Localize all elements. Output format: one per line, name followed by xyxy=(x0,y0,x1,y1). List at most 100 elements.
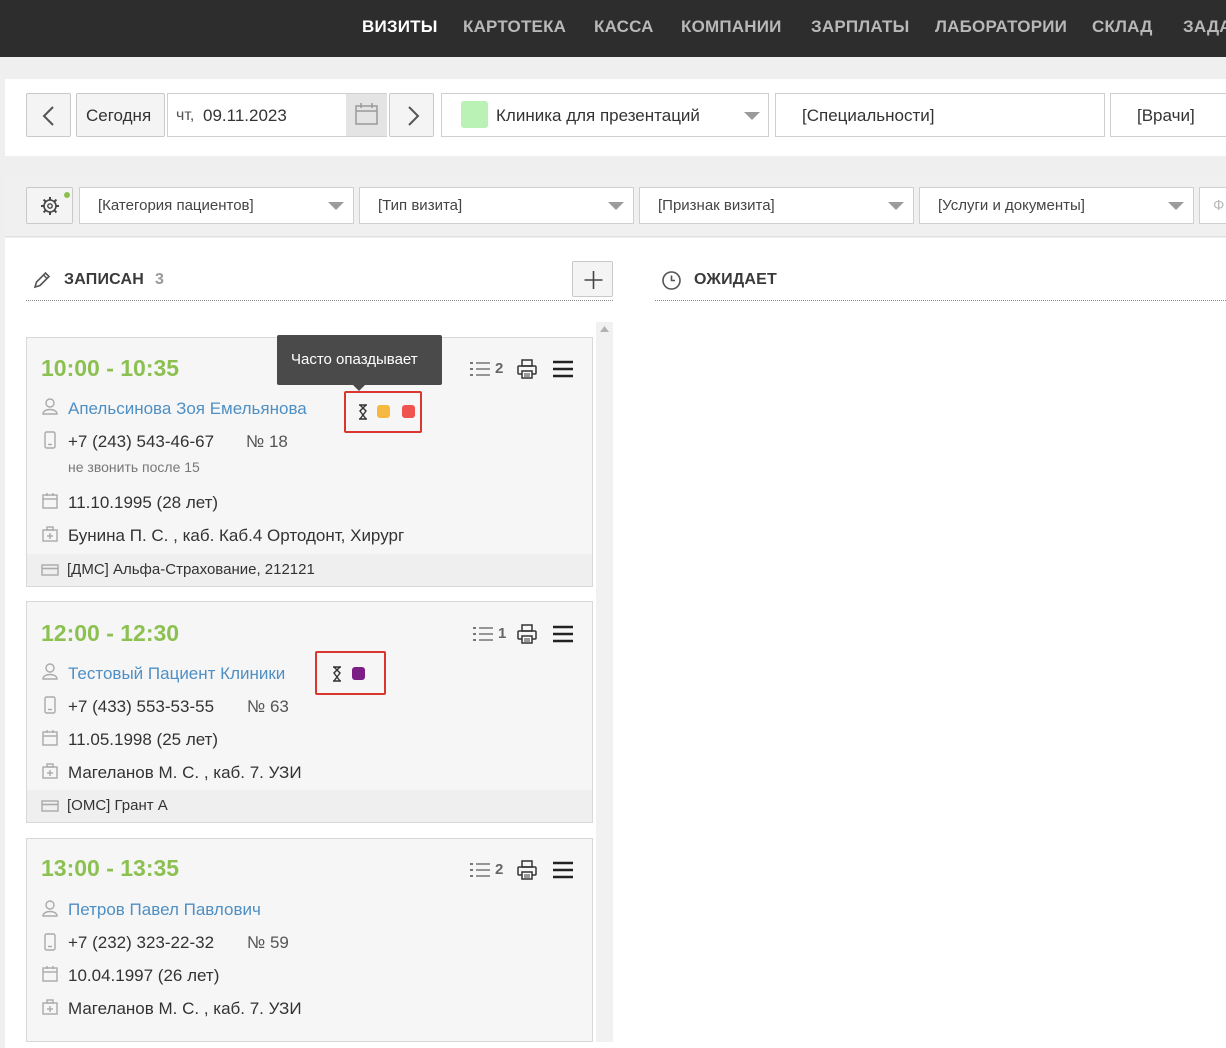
visit-time: 10:00 - 10:35 xyxy=(41,355,180,381)
scroll-up-arrow-icon xyxy=(600,326,609,332)
today-button[interactable]: Сегодня xyxy=(76,93,165,137)
specialties-select[interactable]: [Специальности] xyxy=(775,93,1105,137)
visit-sign-label: [Признак визита] xyxy=(658,197,775,214)
patient-category-label: [Категория пациентов] xyxy=(98,197,254,214)
patient-birthdate: 10.04.1997 (26 лет) xyxy=(68,966,220,985)
doctor-room: Магеланов М. С. , каб. 7. УЗИ xyxy=(68,999,302,1018)
visit-type-label: [Тип визита] xyxy=(378,197,463,214)
nav-visits[interactable]: ВИЗИТЫ xyxy=(362,17,438,37)
pencil-icon xyxy=(33,271,51,289)
clock-icon xyxy=(662,271,681,290)
nav-warehouse[interactable]: СКЛАД xyxy=(1092,17,1153,37)
services-documents-filter[interactable]: [Услуги и документы] xyxy=(919,187,1194,224)
today-label: Сегодня xyxy=(86,106,152,125)
plus-icon xyxy=(584,271,603,289)
person-icon xyxy=(42,398,58,415)
nav-cardfile[interactable]: КАРТОТЕКА xyxy=(463,17,566,37)
patient-phone: +7 (243) 543-46-67 xyxy=(68,432,215,451)
nav-cashbox[interactable]: КАССА xyxy=(594,17,654,37)
services-list-icon[interactable] xyxy=(470,361,492,377)
visit-card[interactable]: 12:00 - 12:30 1 Тестовый Пациент Клиники… xyxy=(26,601,593,823)
doctor-room: Бунина П. С. , каб. Каб.4 Ортодонт, Хиру… xyxy=(68,526,405,545)
chevron-down-icon xyxy=(1168,202,1184,210)
phone-icon xyxy=(44,696,56,714)
medkit-icon xyxy=(42,999,58,1015)
menu-icon[interactable] xyxy=(553,360,573,378)
patient-birthdate: 11.05.1998 (25 лет) xyxy=(68,730,219,749)
settings-button[interactable] xyxy=(26,187,73,224)
hourglass-icon[interactable] xyxy=(331,665,343,683)
chevron-down-icon xyxy=(744,112,760,120)
patient-phone: +7 (433) 553-53-55 xyxy=(68,697,215,716)
visit-card[interactable]: 13:00 - 13:35 2 Петров Павел Павлович +7… xyxy=(26,838,593,1042)
add-visit-button[interactable] xyxy=(572,261,613,297)
tag-dot[interactable] xyxy=(402,405,415,418)
insurance-info: [ДМС] Альфа-Страхование, 212121 xyxy=(67,561,315,578)
insurance-row: [ОМС] Грант А xyxy=(27,790,592,822)
chevron-down-icon xyxy=(328,202,344,210)
insurance-row: [ДМС] Альфа-Страхование, 212121 xyxy=(27,554,592,586)
services-count: 1 xyxy=(498,625,507,642)
patient-name[interactable]: Тестовый Пациент Клиники xyxy=(68,664,285,684)
patient-number: № 18 xyxy=(246,432,288,451)
chevron-right-icon xyxy=(408,106,420,126)
services-documents-label: [Услуги и документы] xyxy=(938,197,1085,214)
patient-name[interactable]: Апельсинова Зоя Емельянова xyxy=(68,399,307,419)
doctors-select[interactable]: [Врачи] xyxy=(1110,93,1226,137)
clinic-color-swatch xyxy=(461,101,488,128)
date-field[interactable]: чт, 09.11.2023 xyxy=(167,93,387,137)
phone-icon xyxy=(44,933,56,951)
tag-dot[interactable] xyxy=(377,405,390,418)
nav-laboratories[interactable]: ЛАБОРАТОРИИ xyxy=(935,17,1067,37)
tooltip: Часто опаздывает xyxy=(277,335,442,391)
patient-note: не звонить после 15 xyxy=(68,459,200,475)
doctor-room: Магеланов М. С. , каб. 7. УЗИ xyxy=(68,763,302,782)
patient-birthdate: 11.10.1995 (28 лет) xyxy=(68,493,219,512)
patient-name[interactable]: Петров Павел Павлович xyxy=(68,900,261,920)
extra-filter[interactable]: Ф xyxy=(1199,187,1226,224)
chevron-down-icon xyxy=(608,202,624,210)
calendar-icon xyxy=(42,493,58,509)
scrollbar[interactable] xyxy=(596,322,613,1042)
calendar-icon xyxy=(355,103,378,125)
tag-dot[interactable] xyxy=(352,667,365,680)
patient-tags xyxy=(315,651,386,695)
hourglass-icon[interactable] xyxy=(357,403,369,421)
phone-icon xyxy=(44,431,56,449)
chevron-down-icon xyxy=(888,202,904,210)
date-weekday: чт, xyxy=(176,107,195,124)
print-icon[interactable] xyxy=(516,623,538,645)
nav-companies[interactable]: КОМПАНИИ xyxy=(681,17,782,37)
visit-time: 12:00 - 12:30 xyxy=(41,620,180,646)
medkit-icon xyxy=(42,763,58,779)
next-day-button[interactable] xyxy=(389,93,434,137)
person-icon xyxy=(42,900,58,917)
clinic-select[interactable]: Клиника для презентаций xyxy=(441,93,769,137)
services-list-icon[interactable] xyxy=(470,862,492,878)
clinic-name: Клиника для презентаций xyxy=(496,106,700,125)
waiting-column-title: ОЖИДАЕТ xyxy=(694,271,777,288)
nav-tasks[interactable]: ЗАДА xyxy=(1183,17,1226,37)
patient-phone: +7 (232) 323-22-32 xyxy=(68,933,215,952)
patient-tags xyxy=(344,391,422,433)
insurance-info: [ОМС] Грант А xyxy=(67,797,168,814)
top-navigation: ВИЗИТЫ КАРТОТЕКА КАССА КОМПАНИИ ЗАРПЛАТЫ… xyxy=(0,0,1226,57)
visit-type-filter[interactable]: [Тип визита] xyxy=(359,187,634,224)
print-icon[interactable] xyxy=(516,358,538,380)
visit-sign-filter[interactable]: [Признак визита] xyxy=(639,187,914,224)
calendar-icon xyxy=(42,966,58,982)
booked-count: 3 xyxy=(155,271,165,288)
booked-column-title: ЗАПИСАН xyxy=(64,271,145,288)
specialties-label: [Специальности] xyxy=(802,106,935,125)
calendar-button[interactable] xyxy=(346,94,387,136)
menu-icon[interactable] xyxy=(553,625,573,643)
print-icon[interactable] xyxy=(516,859,538,881)
services-list-icon[interactable] xyxy=(473,626,495,642)
doctors-label: [Врачи] xyxy=(1137,106,1195,125)
menu-icon[interactable] xyxy=(553,861,573,879)
nav-salaries[interactable]: ЗАРПЛАТЫ xyxy=(811,17,909,37)
prev-day-button[interactable] xyxy=(26,93,71,137)
chevron-left-icon xyxy=(42,106,54,126)
patient-category-filter[interactable]: [Категория пациентов] xyxy=(79,187,354,224)
card-icon xyxy=(41,800,59,812)
